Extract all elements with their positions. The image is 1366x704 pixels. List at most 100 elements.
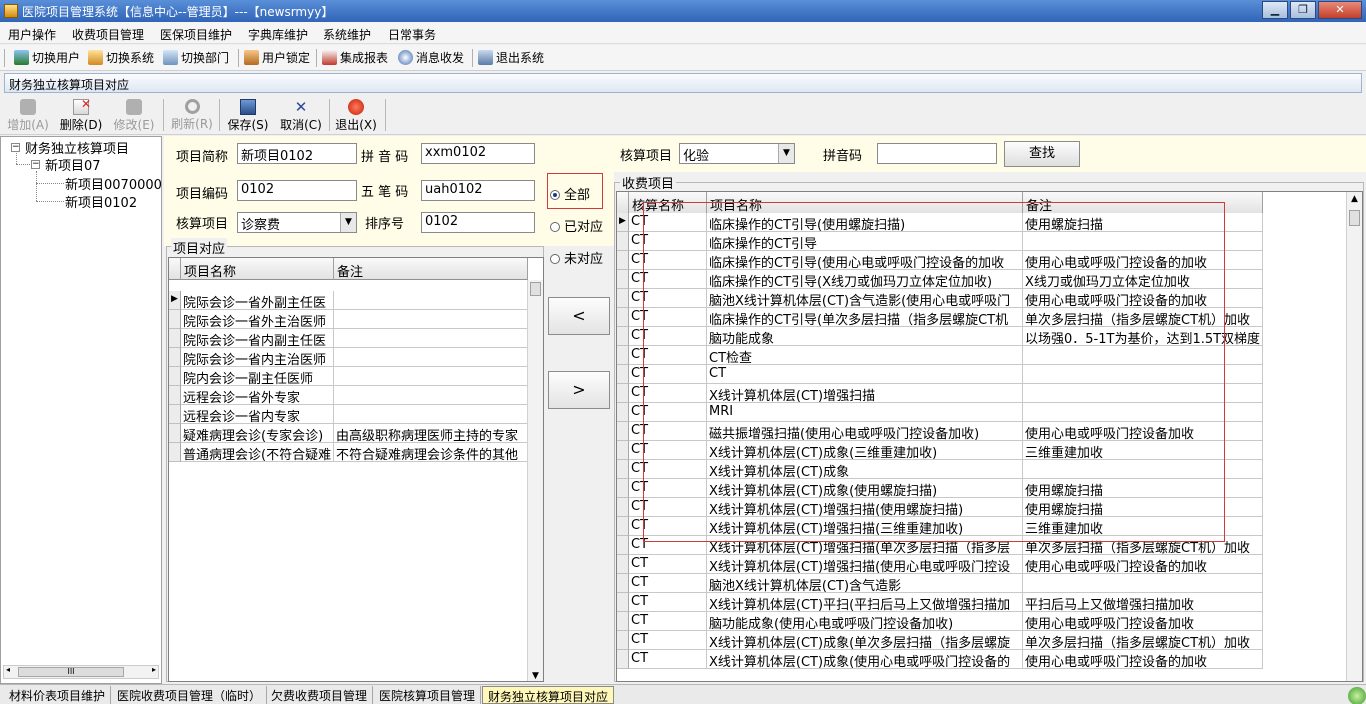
row-indicator[interactable] [617,346,629,365]
cell-acct-name[interactable]: CT [629,232,707,251]
switch-system-button[interactable]: 切换系统 [88,49,154,67]
cell-remark[interactable] [1023,460,1263,479]
row-indicator[interactable] [169,405,181,424]
cell-remark[interactable]: 单次多层扫描（指多层螺旋CT机）加收 [1023,631,1263,650]
scroll-thumb[interactable] [530,282,541,296]
mapping-grid[interactable]: 项目名称 备注 ▶ 院际会诊一省外副主任医 院际会诊一省外主治医师 院际会诊一省内副主… [168,257,544,682]
cell-item-name[interactable]: X线计算机体层(CT)成象(单次多层扫描（指多层螺旋 [707,631,1023,650]
save-button[interactable]: 保存(S) [222,99,274,133]
reports-button[interactable]: 集成报表 [322,49,388,67]
add-button[interactable]: 增加(A) [2,99,54,133]
cell-item-name[interactable]: X线计算机体层(CT)增强扫描 [707,384,1023,403]
cell-acct-name[interactable]: CT [629,460,707,479]
cell-item-name[interactable]: 脑功能成象 [707,327,1023,346]
menu-insurance[interactable]: 医保项目维护 [160,26,232,43]
col-header-acct-name[interactable]: 核算名称 [629,192,707,214]
cell-acct-name[interactable]: CT [629,555,707,574]
cell-remark[interactable]: 不符合疑难病理会诊条件的其他 [334,443,528,462]
cell-item-name[interactable]: X线计算机体层(CT)成象(使用螺旋扫描) [707,479,1023,498]
cell-acct-name[interactable]: CT [629,270,707,289]
cell-remark[interactable]: 单次多层扫描（指多层螺旋CT机）加收 [1023,308,1263,327]
scroll-left-icon[interactable]: ◂ [6,665,10,674]
cell-remark[interactable]: 使用螺旋扫描 [1023,498,1263,517]
messages-button[interactable]: 消息收发 [398,49,464,67]
move-left-button[interactable]: < [548,297,610,335]
code-input[interactable]: 0102 [237,180,357,201]
lock-user-button[interactable]: 用户锁定 [244,49,310,67]
cell-item-name[interactable]: 疑难病理会诊(专家会诊) [181,424,334,443]
cell-remark[interactable]: 使用心电或呼吸门控设备的加收 [1023,251,1263,270]
cell-item-name[interactable]: 脑池X线计算机体层(CT)含气造影 [707,574,1023,593]
cell-remark[interactable] [1023,384,1263,403]
cell-acct-name[interactable]: CT [629,650,707,669]
cell-item-name[interactable]: 临床操作的CT引导(单次多层扫描（指多层螺旋CT机 [707,308,1023,327]
cell-remark[interactable] [334,386,528,405]
exit-button[interactable]: 退出(X) [330,99,382,133]
edit-button[interactable]: 修改(E) [108,99,160,133]
cell-acct-name[interactable]: CT [629,631,707,650]
row-indicator[interactable] [617,270,629,289]
pinyin-input[interactable]: xxm0102 [421,143,535,164]
right-pinyin-input[interactable] [877,143,997,164]
row-indicator[interactable] [617,498,629,517]
tab-material-price[interactable]: 材料价表项目维护 [4,686,112,704]
cell-remark[interactable]: 由高级职称病理医师主持的专家 [334,424,528,443]
tab-arrears-charge[interactable]: 欠费收费项目管理 [266,686,374,704]
cell-acct-name[interactable]: CT [629,346,707,365]
cell-item-name[interactable]: 院内会诊一副主任医师 [181,367,334,386]
cell-item-name[interactable]: 临床操作的CT引导(X线刀或伽玛刀立体定位加收) [707,270,1023,289]
row-indicator[interactable] [617,650,629,669]
acct-select[interactable]: 诊察费 ▼ [237,212,357,233]
cell-remark[interactable]: X线刀或伽玛刀立体定位加收 [1023,270,1263,289]
tree-horizontal-scrollbar[interactable]: ◂ III ▸ [3,665,159,679]
cell-remark[interactable]: 以场强0．5-1T为基价，达到1.5T双梯度 [1023,327,1263,346]
cell-item-name[interactable]: 远程会诊一省外专家 [181,386,334,405]
collapse-icon[interactable]: − [31,160,40,169]
cell-acct-name[interactable]: CT [629,251,707,270]
col-header-item-name[interactable]: 项目名称 [707,192,1023,214]
cell-item-name[interactable]: 普通病理会诊(不符合疑难 [181,443,334,462]
cell-item-name[interactable]: X线计算机体层(CT)增强扫描(单次多层扫描（指多层 [707,536,1023,555]
row-indicator[interactable]: ▶ [617,213,629,232]
row-indicator[interactable] [617,517,629,536]
cell-acct-name[interactable]: CT [629,289,707,308]
cell-item-name[interactable]: 脑池X线计算机体层(CT)含气造影(使用心电或呼吸门 [707,289,1023,308]
cell-item-name[interactable]: 院际会诊一省外主治医师 [181,310,334,329]
radio-unmatched[interactable]: 未对应 [550,248,603,267]
tree-leaf[interactable]: 新项目0102 [65,192,137,211]
scroll-up-icon[interactable]: ▲ [1347,194,1362,204]
row-indicator[interactable] [169,329,181,348]
cell-remark[interactable]: 使用螺旋扫描 [1023,213,1263,232]
refresh-button[interactable]: 刷新(R) [166,99,218,133]
wubi-input[interactable]: uah0102 [421,180,535,201]
scroll-thumb[interactable] [1349,210,1360,226]
row-indicator[interactable] [169,310,181,329]
cell-remark[interactable] [334,367,528,386]
row-indicator[interactable] [617,384,629,403]
cell-remark[interactable] [1023,574,1263,593]
cell-remark[interactable] [1023,365,1263,384]
cell-item-name[interactable]: 远程会诊一省内专家 [181,405,334,424]
cell-item-name[interactable]: X线计算机体层(CT)增强扫描(使用螺旋扫描) [707,498,1023,517]
tree-leaf[interactable]: 新项目0070000 [65,174,161,193]
cell-item-name[interactable]: 院际会诊一省外副主任医 [181,291,334,310]
tab-hospital-charge-temp[interactable]: 医院收费项目管理（临时） [112,686,268,704]
row-indicator[interactable] [617,536,629,555]
charge-items-scrollbar[interactable]: ▲ [1346,192,1362,681]
cell-acct-name[interactable]: CT [629,308,707,327]
cell-acct-name[interactable]: CT [629,536,707,555]
menu-system[interactable]: 系统维护 [323,26,371,43]
row-indicator[interactable] [617,232,629,251]
cell-remark[interactable]: 使用心电或呼吸门控设备的加收 [1023,555,1263,574]
cell-item-name[interactable]: CT [707,365,1023,384]
move-right-button[interactable]: > [548,371,610,409]
mapping-grid-scrollbar[interactable]: ▼ [527,280,543,681]
scroll-thumb[interactable]: III [18,667,124,677]
cell-item-name[interactable]: CT检查 [707,346,1023,365]
delete-button[interactable]: ✕ 删除(D) [55,97,107,133]
cell-item-name[interactable]: 临床操作的CT引导(使用心电或呼吸门控设备的加收 [707,251,1023,270]
row-indicator[interactable] [169,386,181,405]
col-header-remark[interactable]: 备注 [334,258,528,280]
row-indicator[interactable] [169,443,181,462]
cell-item-name[interactable]: X线计算机体层(CT)成象(使用心电或呼吸门控设备的 [707,650,1023,669]
